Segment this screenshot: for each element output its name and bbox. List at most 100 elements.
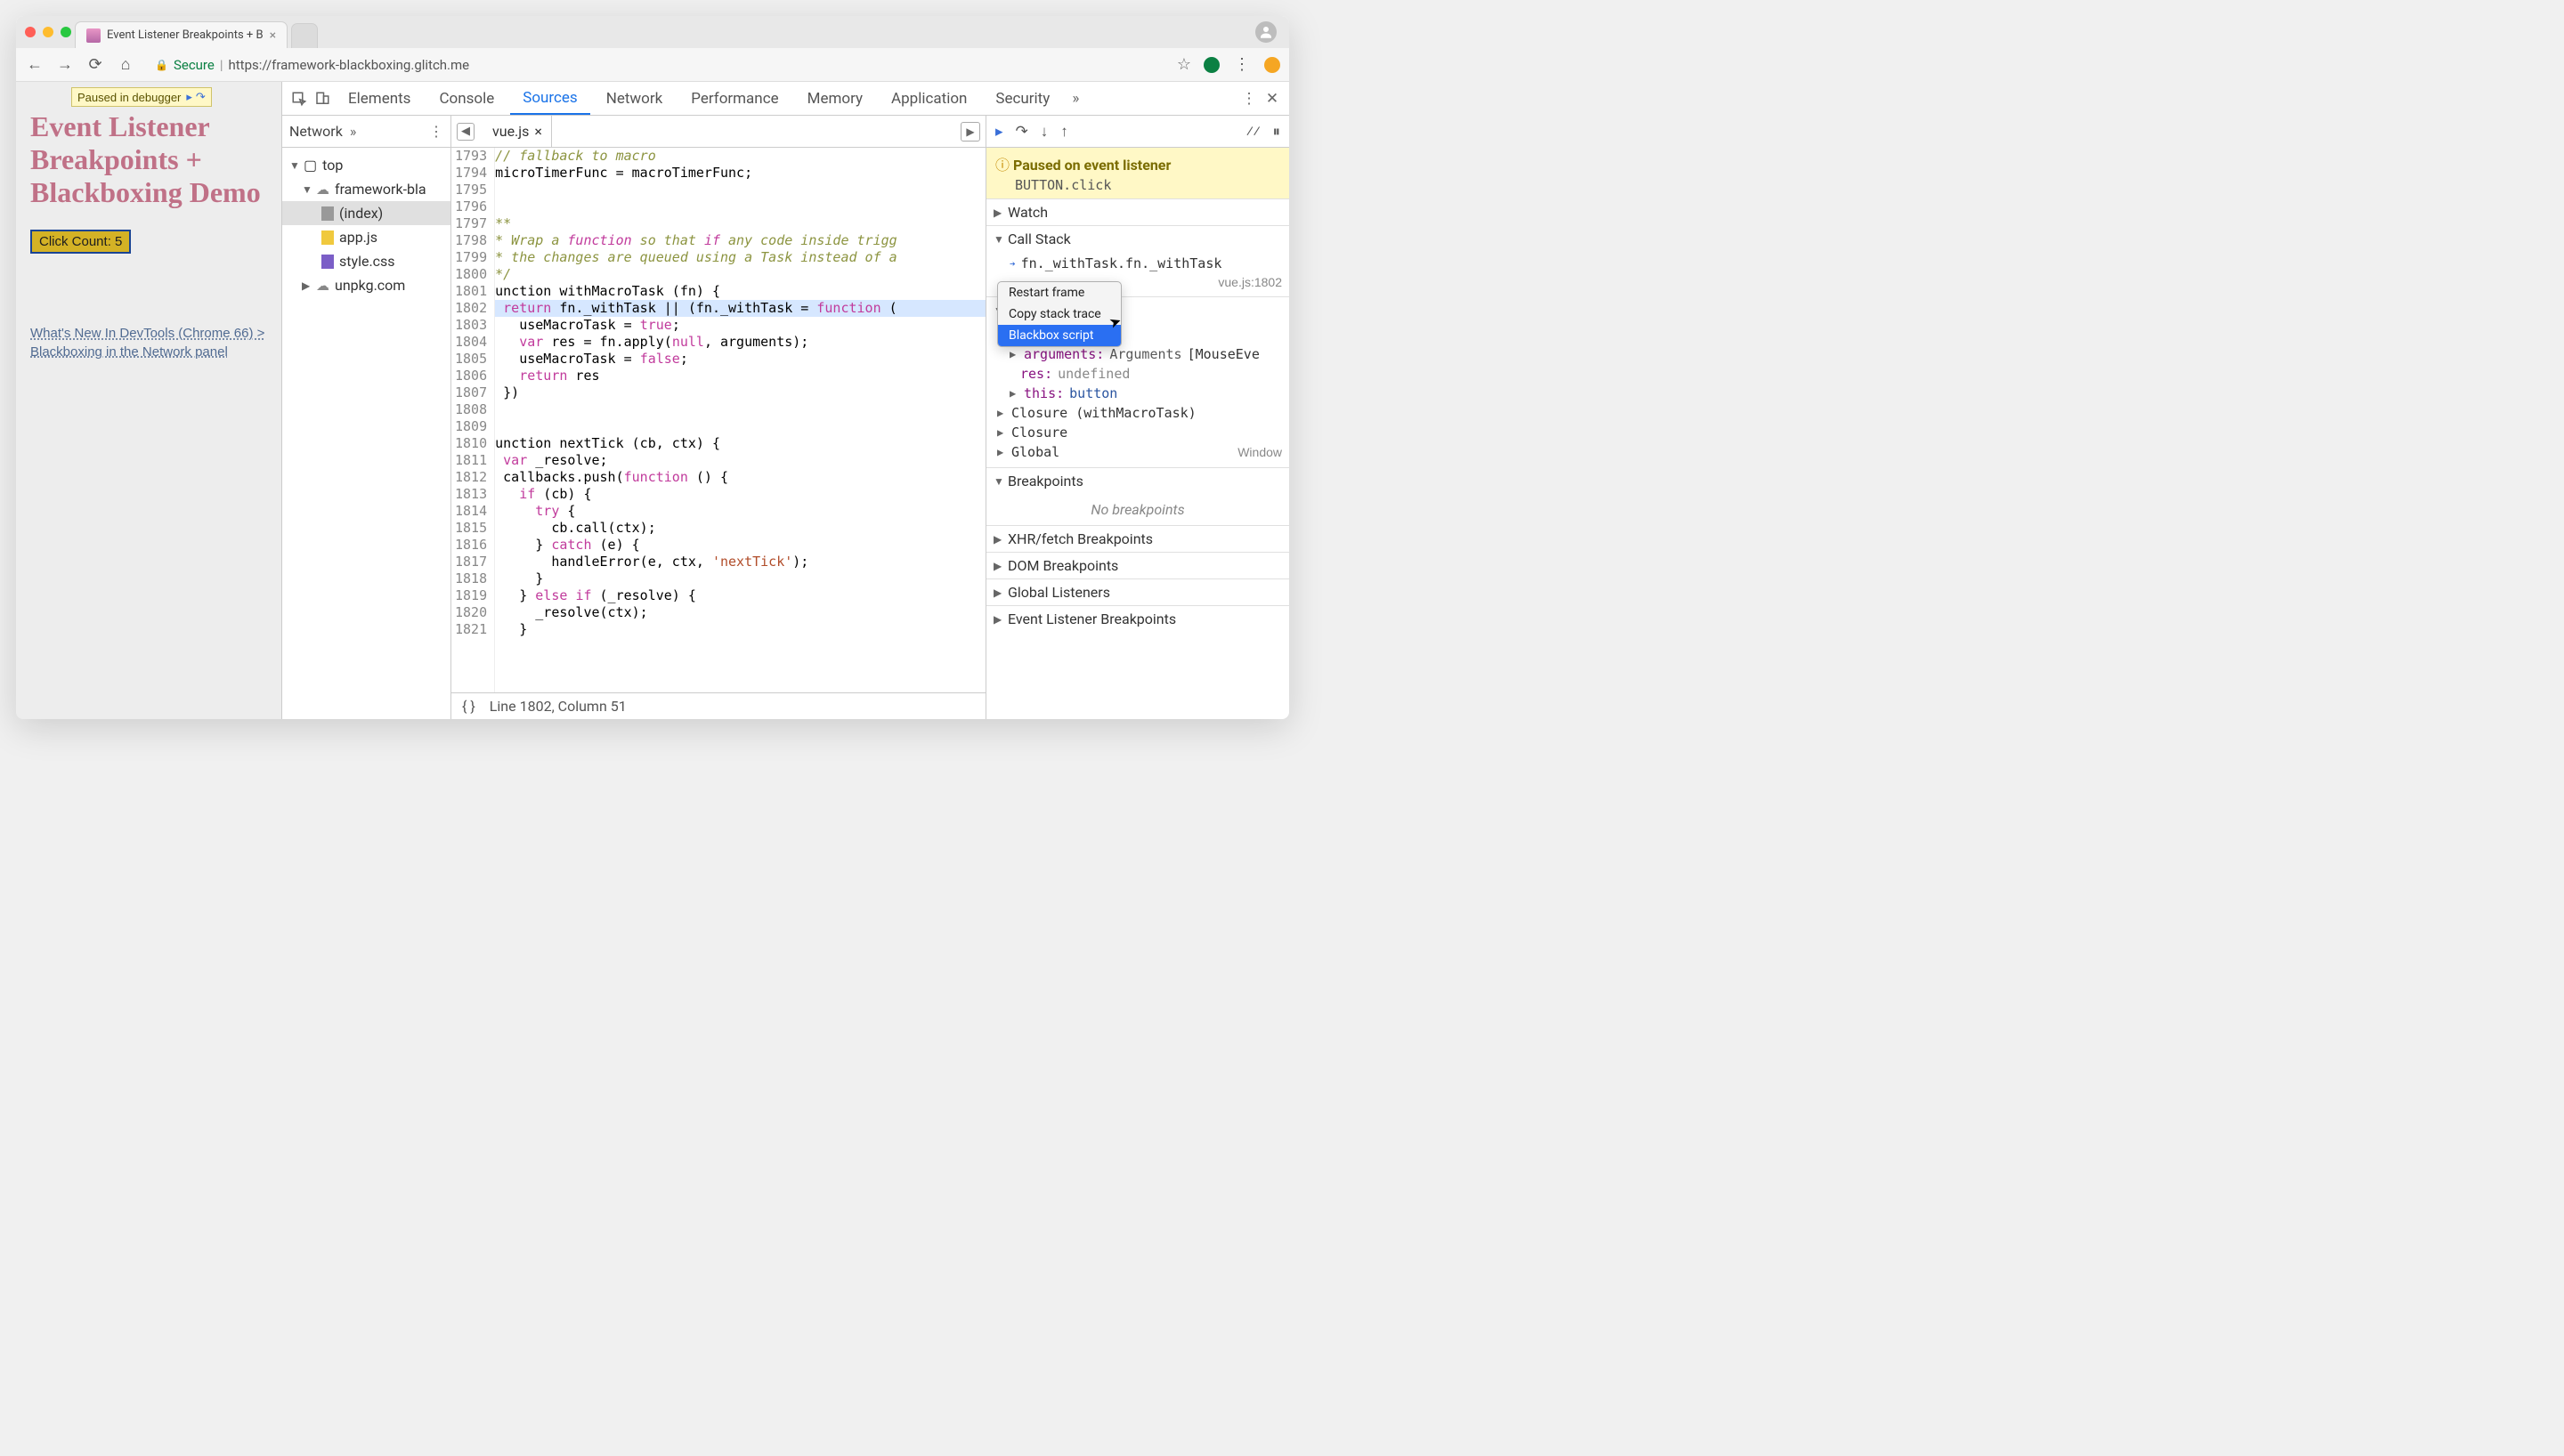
devtools-close-icon[interactable]: ✕ bbox=[1262, 89, 1282, 109]
editor-statusbar: { } Line 1802, Column 51 bbox=[451, 692, 986, 719]
tree-domain[interactable]: ▼☁framework-bla bbox=[282, 177, 450, 201]
section-watch[interactable]: ▶Watch bbox=[986, 199, 1289, 225]
no-breakpoints-label: No breakpoints bbox=[986, 494, 1289, 525]
lock-icon: 🔒 bbox=[155, 59, 168, 71]
section-global-listeners[interactable]: ▶Global Listeners bbox=[986, 579, 1289, 605]
close-window-button[interactable] bbox=[25, 27, 36, 37]
current-frame-icon: ➔ bbox=[1010, 258, 1016, 270]
section-breakpoints[interactable]: ▼Breakpoints bbox=[986, 468, 1289, 494]
tab-sources[interactable]: Sources bbox=[510, 82, 589, 115]
css-file-icon bbox=[321, 255, 334, 269]
tree-file-index[interactable]: (index) bbox=[282, 201, 450, 225]
navigator-kebab-icon[interactable]: ⋮ bbox=[429, 123, 443, 140]
js-file-icon bbox=[321, 231, 334, 245]
resume-mini-icon[interactable]: ▸ bbox=[186, 90, 192, 104]
settings-kebab-icon[interactable]: ⋮ bbox=[1239, 89, 1259, 109]
scope-res: res: undefined bbox=[997, 364, 1282, 384]
cloud-icon: ☁ bbox=[316, 278, 329, 294]
omnibox[interactable]: 🔒 Secure | https://framework-blackboxing… bbox=[146, 57, 1166, 73]
devtools-tabs: Elements Console Sources Network Perform… bbox=[282, 82, 1289, 116]
ctx-restart-frame[interactable]: Restart frame bbox=[998, 282, 1121, 303]
cloud-icon: ☁ bbox=[316, 182, 329, 198]
nav-back-icon[interactable]: ◀ bbox=[457, 123, 475, 141]
article-link[interactable]: What's New In DevTools (Chrome 66) > Bla… bbox=[30, 325, 267, 361]
ctx-copy-stack-trace[interactable]: Copy stack trace bbox=[998, 303, 1121, 325]
extension-alert-icon[interactable] bbox=[1264, 57, 1280, 73]
tab-title: Event Listener Breakpoints + B bbox=[107, 28, 264, 42]
window-icon: ▢ bbox=[304, 157, 317, 174]
browser-tab-active[interactable]: Event Listener Breakpoints + B × bbox=[75, 21, 288, 48]
scope-closure-1[interactable]: ▶Closure (withMacroTask) bbox=[997, 403, 1282, 423]
inspect-element-icon[interactable] bbox=[289, 89, 309, 109]
minimize-window-button[interactable] bbox=[43, 27, 53, 37]
favicon-icon bbox=[86, 28, 101, 43]
home-button[interactable]: ⌂ bbox=[116, 55, 135, 75]
scope-global[interactable]: ▶GlobalWindow bbox=[997, 442, 1282, 462]
deactivate-breakpoints-icon[interactable]: ⁄⁄ bbox=[1246, 123, 1260, 141]
scope-this[interactable]: ▶this: button bbox=[997, 384, 1282, 403]
kebab-menu-icon[interactable]: ⋮ bbox=[1232, 55, 1252, 75]
run-snippet-icon[interactable]: ▶ bbox=[961, 122, 980, 142]
address-bar: ← → ⟳ ⌂ 🔒 Secure | https://framework-bla… bbox=[16, 48, 1289, 82]
browser-window: Event Listener Breakpoints + B × ← → ⟳ ⌂… bbox=[16, 16, 1289, 719]
new-tab-button[interactable] bbox=[291, 23, 318, 48]
forward-button[interactable]: → bbox=[55, 55, 75, 75]
cursor-position: Line 1802, Column 51 bbox=[490, 698, 627, 715]
tab-security[interactable]: Security bbox=[983, 82, 1062, 115]
device-toggle-icon[interactable] bbox=[312, 89, 332, 109]
tab-memory[interactable]: Memory bbox=[795, 82, 875, 115]
close-tab-icon[interactable]: × bbox=[270, 28, 276, 43]
paused-in-debugger-badge: Paused in debugger ▸ ↷ bbox=[71, 87, 212, 107]
scope-closure-2[interactable]: ▶Closure bbox=[997, 423, 1282, 442]
pause-message: ⓘ Paused on event listener BUTTON.click bbox=[986, 148, 1289, 198]
section-event-listener-breakpoints[interactable]: ▶Event Listener Breakpoints bbox=[986, 606, 1289, 632]
titlebar: Event Listener Breakpoints + B × bbox=[16, 16, 1289, 48]
click-count-button[interactable]: Click Count: 5 bbox=[30, 230, 131, 254]
step-out-icon[interactable]: ↑ bbox=[1060, 123, 1068, 141]
more-tabs-icon[interactable]: » bbox=[1066, 89, 1085, 109]
profile-avatar[interactable] bbox=[1255, 21, 1277, 43]
tab-elements[interactable]: Elements bbox=[336, 82, 423, 115]
tab-performance[interactable]: Performance bbox=[678, 82, 791, 115]
tab-console[interactable]: Console bbox=[426, 82, 507, 115]
editor-tab-vuejs[interactable]: vue.js × bbox=[483, 116, 552, 147]
extension-icon[interactable] bbox=[1204, 57, 1220, 73]
tree-file-appjs[interactable]: app.js bbox=[282, 225, 450, 249]
file-icon bbox=[321, 206, 334, 221]
tree-file-stylecss[interactable]: style.css bbox=[282, 249, 450, 273]
step-into-icon[interactable]: ↓ bbox=[1041, 123, 1049, 141]
tab-strip: Event Listener Breakpoints + B × bbox=[75, 21, 318, 48]
close-icon[interactable]: × bbox=[534, 123, 542, 140]
section-call-stack[interactable]: ▼Call Stack bbox=[986, 226, 1289, 252]
scope-arguments[interactable]: ▶arguments: Arguments [MouseEve bbox=[997, 344, 1282, 364]
tree-top[interactable]: ▼▢top bbox=[282, 153, 450, 177]
code-lines: // fallback to macromicroTimerFunc = mac… bbox=[495, 148, 986, 692]
tab-network[interactable]: Network bbox=[594, 82, 676, 115]
page-viewport: Event Listener Breakpoints + Blackboxing… bbox=[16, 82, 281, 719]
tab-application[interactable]: Application bbox=[879, 82, 979, 115]
pause-exceptions-icon[interactable]: ⏸ bbox=[1273, 123, 1281, 141]
back-button[interactable]: ← bbox=[25, 55, 45, 75]
step-over-icon[interactable]: ↷ bbox=[1016, 123, 1028, 141]
section-xhr-breakpoints[interactable]: ▶XHR/fetch Breakpoints bbox=[986, 526, 1289, 552]
braces-icon[interactable]: { } bbox=[462, 698, 475, 715]
context-menu: Restart frame Copy stack trace Blackbox … bbox=[997, 281, 1122, 347]
resume-icon[interactable]: ▸ bbox=[995, 123, 1003, 141]
tree-cdn[interactable]: ▶☁unpkg.com bbox=[282, 273, 450, 297]
reload-button[interactable]: ⟳ bbox=[85, 55, 105, 75]
debugger-pane: ▸ ↷ ↓ ↑ ⁄⁄ ⏸ ⓘ Paused on event listener … bbox=[986, 116, 1289, 719]
navigator-tab[interactable]: Network bbox=[289, 123, 343, 140]
ctx-blackbox-script[interactable]: Blackbox script bbox=[998, 325, 1121, 346]
call-stack-frame[interactable]: ➔ fn._withTask.fn._withTask bbox=[1010, 254, 1282, 273]
window-controls bbox=[25, 27, 71, 37]
maximize-window-button[interactable] bbox=[61, 27, 71, 37]
navigator-more-icon[interactable]: » bbox=[350, 123, 357, 140]
secure-label: Secure bbox=[174, 57, 215, 73]
step-mini-icon[interactable]: ↷ bbox=[196, 90, 206, 104]
section-dom-breakpoints[interactable]: ▶DOM Breakpoints bbox=[986, 553, 1289, 578]
file-tree: ▼▢top ▼☁framework-bla (index) app.js sty… bbox=[282, 148, 450, 719]
page-title: Event Listener Breakpoints + Blackboxing… bbox=[30, 110, 267, 208]
devtools-panel: Elements Console Sources Network Perform… bbox=[281, 82, 1289, 719]
bookmark-star-icon[interactable]: ☆ bbox=[1177, 55, 1191, 74]
code-editor[interactable]: 1793179417951796179717981799180018011802… bbox=[451, 148, 986, 692]
